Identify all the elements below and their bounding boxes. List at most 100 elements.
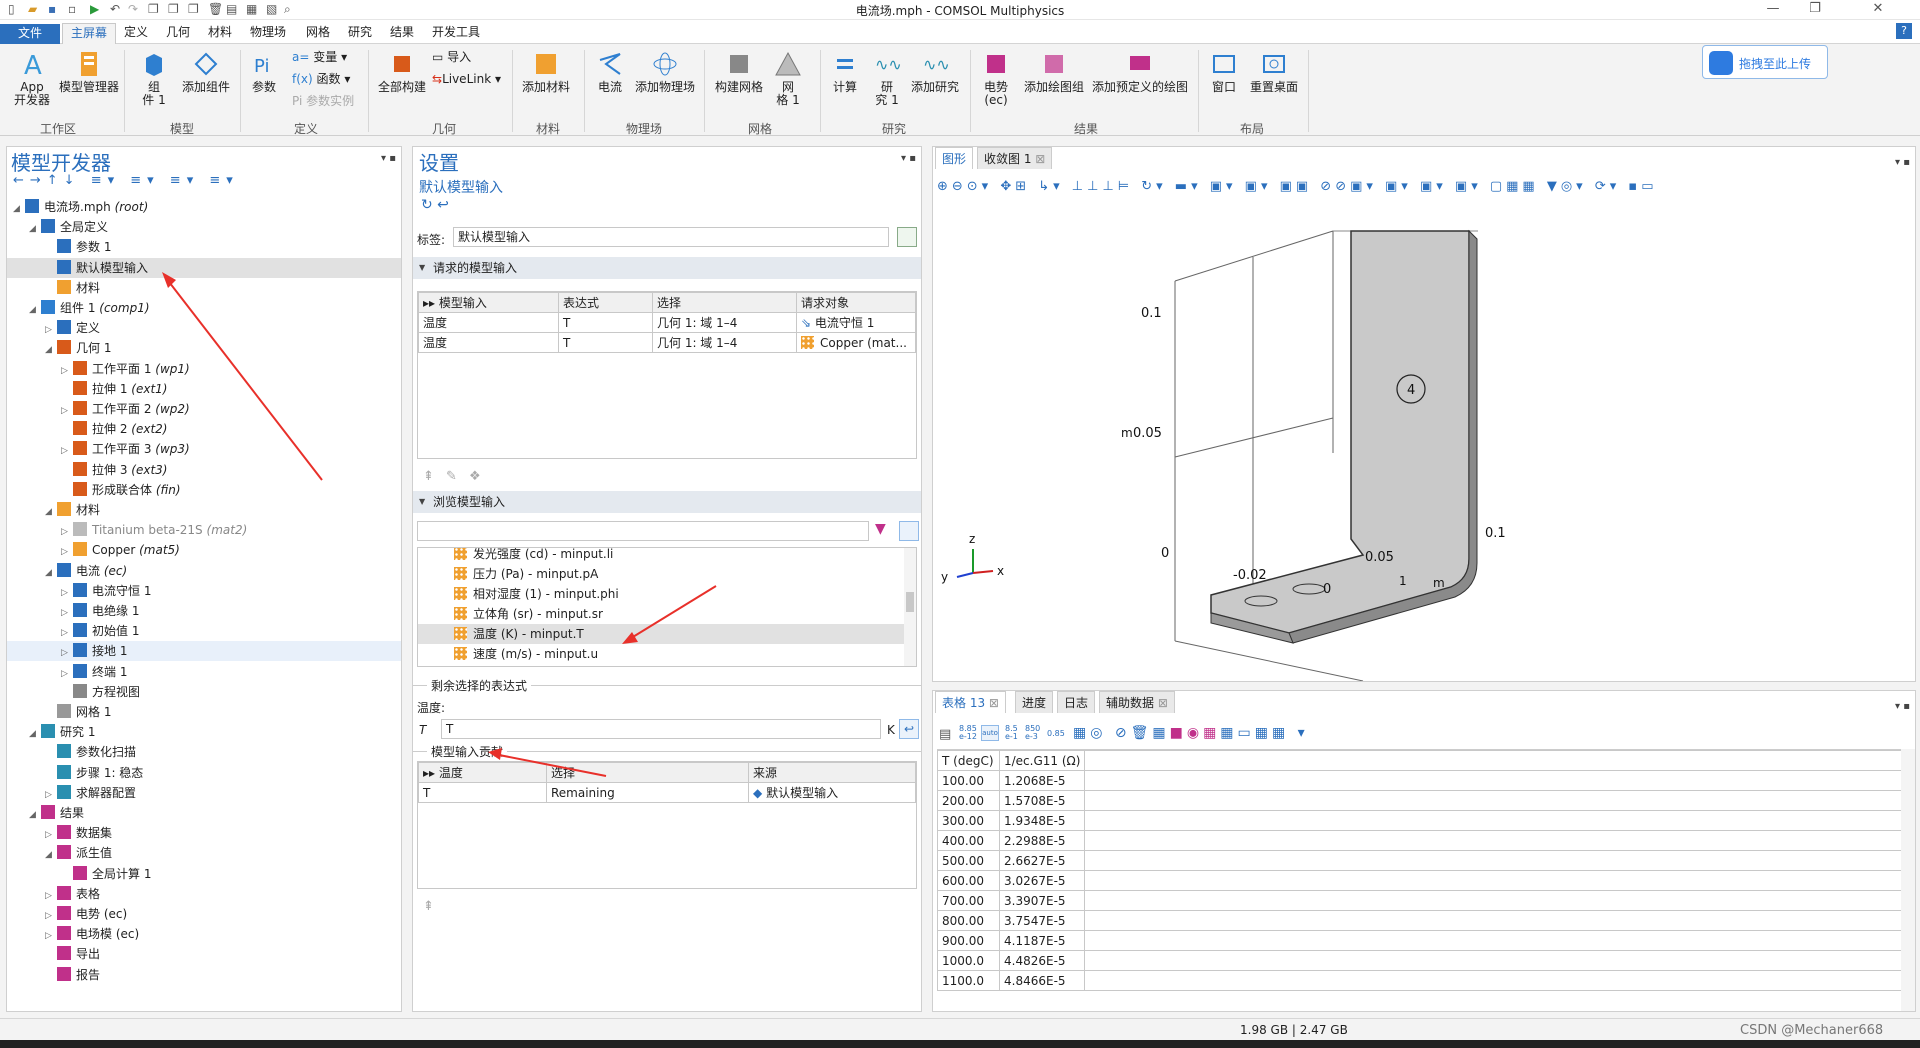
- close-icon[interactable]: ⊠: [989, 696, 999, 710]
- graphics-toolbar[interactable]: ⊕⊖⊙▾ ✥⊞ ↳▾ ⊥⊥⊥⊨ ↻▾ ▬▾ ▣▾ ▣▾ ▣▣ ⊘⊘▣▾ ▣▾ ▣…: [937, 179, 1913, 199]
- expand-toggle-icon[interactable]: ▷: [61, 401, 73, 421]
- browse-filter-input[interactable]: [417, 521, 869, 541]
- table-menu-icon[interactable]: ▾ ▪: [1895, 701, 1910, 712]
- table-row[interactable]: 500.00 2.6627E-5: [937, 850, 1901, 871]
- add-material-button[interactable]: 添加材料: [520, 50, 572, 94]
- graphics-menu-icon[interactable]: ▾ ▪: [1895, 157, 1910, 168]
- table-row[interactable]: T Remaining ◆ 默认模型输入: [418, 782, 916, 803]
- tree-item-default-model-inputs[interactable]: 默认模型输入: [7, 257, 401, 278]
- table-row[interactable]: 800.00 3.7547E-5: [937, 910, 1901, 931]
- tree-item-electric-currents[interactable]: ◢ 电流 (ec): [7, 561, 401, 581]
- current-button[interactable]: 电流: [592, 50, 628, 94]
- study-button[interactable]: ∿∿ 研 究 1: [870, 50, 904, 107]
- tree-item-current-conservation[interactable]: ▷ 电流守恒 1: [7, 581, 401, 601]
- expand-toggle-icon[interactable]: ◢: [45, 502, 57, 522]
- tree-item-global-materials[interactable]: 材料: [7, 278, 401, 298]
- tab-geometry[interactable]: 几何: [158, 23, 198, 44]
- format-button-1[interactable]: 8.85 e-12: [959, 725, 977, 741]
- tree-item-global-evaluation[interactable]: 全局计算 1: [7, 864, 401, 884]
- expand-toggle-icon[interactable]: ▷: [61, 643, 73, 663]
- add-component-button[interactable]: 添加组件: [178, 50, 234, 94]
- add-physics-button[interactable]: 添加物理场: [632, 50, 698, 94]
- list-item[interactable]: 速度 (m/s) - minput.u: [418, 644, 904, 664]
- close-icon[interactable]: ⊠: [1035, 152, 1045, 166]
- requested-inputs-section[interactable]: 请求的模型输入: [413, 257, 921, 279]
- refresh-icon[interactable]: ↻ ↩: [421, 197, 449, 213]
- reset-desktop-button[interactable]: 重置桌面: [1248, 50, 1300, 94]
- restore-icon[interactable]: ❐: [1794, 0, 1836, 20]
- table-row[interactable]: 1100.0 4.8466E-5: [937, 970, 1901, 991]
- tree-item-definitions[interactable]: ▷ 定义: [7, 318, 401, 338]
- tree-item-initial-values[interactable]: ▷ 初始值 1: [7, 621, 401, 641]
- tab-study[interactable]: 研究: [340, 23, 380, 44]
- tree-item-global-definitions[interactable]: ◢ 全局定义: [7, 217, 401, 237]
- table-row[interactable]: 1000.0 4.4826E-5: [937, 950, 1901, 971]
- upload-drop-zone[interactable]: 拖拽至此上传: [1702, 45, 1828, 79]
- tree-item-parametric-sweep[interactable]: 参数化扫描: [7, 742, 401, 762]
- browse-inputs-section[interactable]: 浏览模型输入: [413, 491, 921, 513]
- tree-item-electric-field-norm[interactable]: ▷ 电场模 (ec): [7, 924, 401, 944]
- tab-convergence-plot[interactable]: 收敛图 1 ⊠: [977, 147, 1053, 169]
- parameters-button[interactable]: Pi 参数: [248, 50, 280, 94]
- tree-item-work-plane-1[interactable]: ▷ 工作平面 1 (wp1): [7, 359, 401, 379]
- table-row[interactable]: 温度 T 几何 1: 域 1–4 Copper (mat...: [418, 332, 916, 353]
- close-icon[interactable]: ✕: [1836, 0, 1920, 20]
- table-row[interactable]: 300.00 1.9348E-5: [937, 810, 1901, 831]
- build-all-button[interactable]: 全部构建: [376, 50, 428, 94]
- tree-item-extrude-3[interactable]: 拉伸 3 (ext3): [7, 460, 401, 480]
- expand-toggle-icon[interactable]: ▷: [61, 603, 73, 623]
- geometry-view[interactable]: 4 1 0.1 0.05 0 m -0.02 0 0.05 0.1 m z x …: [933, 203, 1915, 681]
- label-input[interactable]: 默认模型输入: [453, 227, 889, 247]
- tab-materials[interactable]: 材料: [200, 23, 240, 44]
- expand-toggle-icon[interactable]: ▷: [61, 361, 73, 381]
- tree-item-component[interactable]: ◢ 组件 1 (comp1): [7, 298, 401, 318]
- tree-item-extrude-1[interactable]: 拉伸 1 (ext1): [7, 379, 401, 399]
- reset-expression-icon[interactable]: ↩: [899, 719, 919, 739]
- tree-item-step-stationary[interactable]: 步骤 1: 稳态: [7, 763, 401, 783]
- expand-toggle-icon[interactable]: ◢: [45, 845, 57, 865]
- filter-icon[interactable]: ▼: [875, 521, 893, 541]
- model-manager-button[interactable]: 模型管理器: [58, 50, 120, 94]
- expand-toggle-icon[interactable]: ▷: [61, 542, 73, 562]
- auto-format-button[interactable]: auto: [981, 725, 999, 741]
- tree-item-tables[interactable]: ▷ 表格: [7, 884, 401, 904]
- tree-item-root[interactable]: ◢ 电流场.mph (root): [7, 197, 401, 217]
- window-button[interactable]: 窗口: [1206, 50, 1242, 94]
- settings-menu-icon[interactable]: ▾ ▪: [901, 153, 916, 164]
- potential-plot-button[interactable]: 电势 (ec): [978, 50, 1014, 107]
- expand-toggle-icon[interactable]: ▷: [61, 522, 73, 542]
- tree-item-materials[interactable]: ◢ 材料: [7, 500, 401, 520]
- model-builder-toolbar[interactable]: ←→↑↓ ≡▾ ≡▾ ≡▾ ≡▾: [13, 173, 239, 188]
- expand-toggle-icon[interactable]: ◢: [29, 805, 41, 825]
- tree-item-form-union[interactable]: 形成联合体 (fin): [7, 480, 401, 500]
- table-scrollbar[interactable]: [1901, 749, 1915, 1011]
- browse-option-icon[interactable]: [899, 521, 919, 541]
- table-row[interactable]: 100.00 1.2068E-5: [937, 770, 1901, 791]
- format-button-2[interactable]: 8.5 e-1: [1005, 725, 1018, 741]
- tab-developer[interactable]: 开发工具: [424, 23, 488, 44]
- tab-auxiliary-data[interactable]: 辅助数据 ⊠: [1099, 691, 1175, 713]
- tree-item-mesh[interactable]: 网格 1: [7, 702, 401, 722]
- table-toolbar[interactable]: ▦◎ ⊘🗑▦■◉▦▦▭▦▦ ▾: [1073, 725, 1309, 741]
- tree-item-datasets[interactable]: ▷ 数据集: [7, 823, 401, 843]
- list-item[interactable]: 相对湿度 (1) - minput.phi: [418, 584, 904, 604]
- table-settings-icon[interactable]: ▤: [939, 727, 951, 742]
- format-button-4[interactable]: 0.85: [1047, 729, 1065, 738]
- tab-table-13[interactable]: 表格 13 ⊠: [935, 691, 1006, 713]
- tab-progress[interactable]: 进度: [1015, 691, 1054, 713]
- tab-home[interactable]: 主屏幕: [62, 23, 117, 44]
- tree-item-work-plane-3[interactable]: ▷ 工作平面 3 (wp3): [7, 439, 401, 459]
- table-row[interactable]: 温度 T 几何 1: 域 1–4 ⇘ 电流守恒 1: [418, 312, 916, 333]
- livelink-button[interactable]: ⇆LiveLink ▾: [432, 72, 501, 86]
- expand-toggle-icon[interactable]: ◢: [13, 199, 25, 219]
- browse-scrollbar[interactable]: [904, 548, 916, 666]
- tab-definitions[interactable]: 定义: [116, 23, 156, 44]
- parameter-instance-button[interactable]: Pi 参数实例: [292, 94, 354, 108]
- close-icon[interactable]: ⊠: [1158, 696, 1168, 710]
- panel-menu-icon[interactable]: ▾ ▪: [381, 153, 396, 164]
- build-mesh-button[interactable]: 构建网格: [712, 50, 766, 94]
- tab-results[interactable]: 结果: [382, 23, 422, 44]
- expand-toggle-icon[interactable]: ▷: [61, 441, 73, 461]
- mesh-button[interactable]: 网 格 1: [770, 50, 806, 107]
- tree-item-terminal[interactable]: ▷ 终端 1: [7, 662, 401, 682]
